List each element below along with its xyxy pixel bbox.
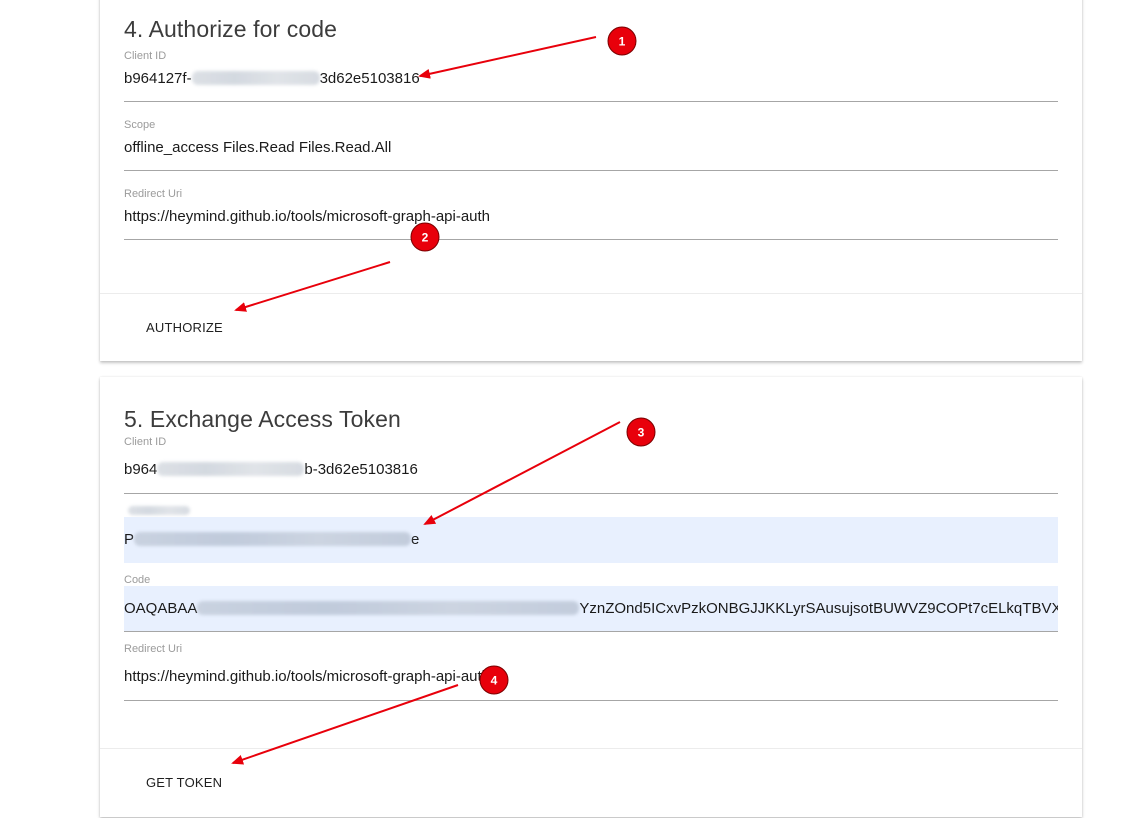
- card-actions: GET TOKEN: [100, 748, 1082, 818]
- redacted-blur: [197, 601, 580, 615]
- client-id-input[interactable]: b964127f- 3d62e5103816: [124, 64, 1058, 94]
- client-id-prefix: b964127f-: [124, 70, 192, 87]
- redirect-uri-field[interactable]: Redirect Uri https://heymind.github.io/t…: [124, 643, 1058, 701]
- scope-field[interactable]: Scope offline_access Files.Read Files.Re…: [124, 119, 1058, 171]
- code-label: Code: [124, 574, 151, 586]
- card-title: 4. Authorize for code: [124, 16, 338, 42]
- redacted-blur: [134, 532, 412, 546]
- field-underline: [124, 493, 1058, 494]
- redirect-uri-label: Redirect Uri: [124, 188, 183, 200]
- client-id-label: Client ID: [124, 50, 167, 62]
- field-underline: [124, 101, 1058, 102]
- code-field[interactable]: Code OAQABAA YznZOnd5ICxvPzkONBGJJKKLyrSA…: [124, 574, 1058, 632]
- client-secret-field[interactable]: Pe: [124, 505, 1058, 563]
- redacted-label-blur: [128, 506, 190, 515]
- scope-label: Scope: [124, 119, 156, 131]
- authorize-card: 4. Authorize for code Client ID b964127f…: [100, 0, 1082, 361]
- client-id-prefix: b964: [124, 461, 158, 478]
- code-input[interactable]: OAQABAA YznZOnd5ICxvPzkONBGJJKKLyrSAusujs…: [124, 586, 1058, 631]
- client-id-label: Client ID: [124, 436, 167, 448]
- client-secret-suffix: e: [411, 531, 420, 548]
- client-id-suffix: b-3d62e5103816: [304, 461, 418, 478]
- exchange-token-card: 5. Exchange Access Token Client ID b964 b…: [100, 377, 1082, 817]
- client-id-field[interactable]: Client ID b964127f- 3d62e5103816: [124, 50, 1058, 102]
- field-underline: [124, 700, 1058, 701]
- scope-input[interactable]: offline_access Files.Read Files.Read.All: [124, 133, 1058, 163]
- card-title: 5. Exchange Access Token: [124, 406, 401, 432]
- code-prefix: OAQABAA: [124, 600, 198, 617]
- redirect-uri-field[interactable]: Redirect Uri https://heymind.github.io/t…: [124, 188, 1058, 240]
- client-id-input[interactable]: b964 b-3d62e5103816: [124, 455, 1058, 485]
- code-suffix: YznZOnd5ICxvPzkONBGJJKKLyrSAusujsotBUWVZ…: [579, 600, 1058, 617]
- authorize-button[interactable]: AUTHORIZE: [130, 314, 239, 341]
- get-token-button[interactable]: GET TOKEN: [130, 769, 238, 796]
- field-underline: [124, 239, 1058, 240]
- field-underline: [124, 170, 1058, 171]
- redacted-blur: [157, 462, 305, 476]
- redacted-blur: [191, 71, 320, 85]
- field-underline: [124, 631, 1058, 632]
- client-id-suffix: 3d62e5103816: [319, 70, 420, 87]
- client-secret-input[interactable]: Pe: [124, 517, 1058, 563]
- card-actions: AUTHORIZE: [100, 293, 1082, 362]
- client-id-field[interactable]: Client ID b964 b-3d62e5103816: [124, 436, 1058, 494]
- redirect-uri-label: Redirect Uri: [124, 643, 183, 655]
- client-secret-prefix: P: [124, 531, 135, 548]
- redirect-uri-input[interactable]: https://heymind.github.io/tools/microsof…: [124, 202, 1058, 232]
- redirect-uri-input[interactable]: https://heymind.github.io/tools/microsof…: [124, 662, 1058, 692]
